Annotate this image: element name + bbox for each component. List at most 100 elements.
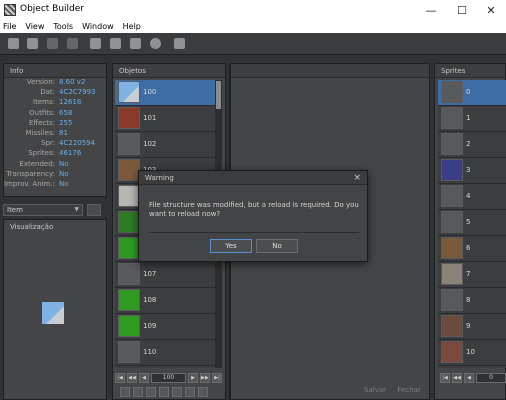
object-item[interactable]: 108 bbox=[115, 288, 215, 314]
import-icon[interactable] bbox=[90, 38, 101, 49]
log-window-icon[interactable] bbox=[174, 38, 185, 49]
menu-view[interactable]: View bbox=[25, 22, 44, 31]
animation-editor-icon[interactable] bbox=[150, 38, 161, 49]
export-icon[interactable] bbox=[146, 387, 156, 397]
object-item[interactable]: 100 bbox=[115, 80, 215, 106]
import-icon[interactable] bbox=[133, 387, 143, 397]
sprites-page-input[interactable]: 0 bbox=[476, 373, 506, 383]
last-page-button[interactable]: ▶| bbox=[212, 373, 222, 383]
objects-page-input[interactable]: 100 bbox=[151, 373, 186, 383]
object-item[interactable]: 102 bbox=[115, 132, 215, 158]
object-item[interactable]: 110 bbox=[115, 340, 215, 366]
menu-window[interactable]: Window bbox=[82, 22, 114, 31]
menu-help[interactable]: Help bbox=[123, 22, 141, 31]
app-icon bbox=[4, 4, 16, 16]
sprite-item[interactable]: 3 bbox=[438, 158, 506, 184]
sprite-thumb bbox=[441, 107, 463, 129]
preview-image bbox=[42, 302, 64, 324]
minimize-button[interactable]: — bbox=[416, 0, 446, 20]
title-bar: Object Builder — ☐ ✕ bbox=[0, 0, 506, 20]
sprite-id: 10 bbox=[466, 348, 475, 356]
sprite-thumb bbox=[441, 237, 463, 259]
next-button[interactable]: ▶ bbox=[188, 373, 198, 383]
duplicate-icon[interactable] bbox=[172, 387, 182, 397]
yes-button[interactable]: Yes bbox=[210, 239, 252, 253]
sprite-item[interactable]: 5 bbox=[438, 210, 506, 236]
info-values: 8.60 v2 4C2C7993 12618 658 255 81 4C2205… bbox=[59, 78, 113, 190]
sprites-first-button[interactable]: |◀ bbox=[440, 373, 450, 383]
sprite-item[interactable]: 0 bbox=[438, 80, 506, 106]
sprite-thumb bbox=[441, 315, 463, 337]
info-labels: Version: Dat: Items: Outfits: Effects: M… bbox=[4, 78, 55, 190]
open-file-icon[interactable] bbox=[27, 38, 38, 49]
chevron-down-icon: ▼ bbox=[74, 206, 79, 213]
save-icon[interactable] bbox=[67, 38, 78, 49]
new-file-icon[interactable] bbox=[8, 38, 19, 49]
object-item[interactable]: 109 bbox=[115, 314, 215, 340]
objects-scrollbar-thumb[interactable] bbox=[216, 81, 221, 109]
sprite-item[interactable]: 4 bbox=[438, 184, 506, 210]
next-fast-button[interactable]: ▶▶ bbox=[200, 373, 210, 383]
dialog-divider bbox=[149, 232, 359, 233]
info-label: Extended: bbox=[19, 159, 55, 168]
info-label: Items: bbox=[33, 98, 55, 107]
sprite-optimizer-icon[interactable] bbox=[110, 38, 121, 49]
close-button[interactable]: ✕ bbox=[476, 0, 506, 20]
object-item[interactable]: 101 bbox=[115, 106, 215, 132]
info-value: 81 bbox=[59, 128, 68, 137]
object-thumb bbox=[118, 289, 140, 311]
info-value: No bbox=[59, 179, 69, 188]
sprite-item[interactable]: 6 bbox=[438, 236, 506, 262]
sprite-item[interactable]: 8 bbox=[438, 288, 506, 314]
menu-file[interactable]: File bbox=[3, 22, 16, 31]
sprite-item[interactable]: 2 bbox=[438, 132, 506, 158]
sprite-item[interactable]: 1 bbox=[438, 106, 506, 132]
menu-bar: File View Tools Window Help bbox=[0, 20, 506, 33]
sprite-item[interactable]: 10 bbox=[438, 340, 506, 366]
object-id: 100 bbox=[143, 88, 157, 96]
maximize-button[interactable]: ☐ bbox=[447, 0, 477, 20]
object-id: 109 bbox=[143, 322, 157, 330]
objects-panel-title: Objetos bbox=[113, 64, 225, 78]
new-object-button[interactable] bbox=[87, 204, 101, 216]
dialog-close-icon[interactable]: × bbox=[353, 173, 361, 183]
sprite-id: 0 bbox=[466, 88, 471, 96]
new-icon[interactable] bbox=[185, 387, 195, 397]
compile-icon[interactable] bbox=[47, 38, 58, 49]
sprite-thumb bbox=[441, 185, 463, 207]
object-thumb bbox=[118, 159, 140, 181]
lookgen-icon[interactable] bbox=[130, 38, 141, 49]
object-id: 110 bbox=[143, 348, 157, 356]
type-select[interactable]: Item ▼ bbox=[3, 204, 83, 216]
prev-button[interactable]: ◀ bbox=[139, 373, 149, 383]
sprite-thumb bbox=[441, 159, 463, 181]
menu-tools[interactable]: Tools bbox=[53, 22, 73, 31]
info-value: 4C2C7993 bbox=[59, 88, 96, 97]
edit-icon[interactable] bbox=[159, 387, 169, 397]
object-thumb bbox=[118, 237, 140, 259]
type-select-value: Item bbox=[7, 206, 23, 214]
sprite-thumb bbox=[441, 81, 463, 103]
first-page-button[interactable]: |◀ bbox=[115, 373, 125, 383]
remove-icon[interactable] bbox=[198, 387, 208, 397]
sprite-id: 8 bbox=[466, 296, 471, 304]
object-thumb bbox=[118, 315, 140, 337]
sprites-panel-title: Sprites bbox=[435, 64, 505, 78]
save-button[interactable]: Salvar bbox=[360, 386, 390, 399]
no-button[interactable]: No bbox=[256, 239, 298, 253]
object-item[interactable]: 107 bbox=[115, 262, 215, 288]
sprites-prev-button[interactable]: ◀ bbox=[464, 373, 474, 383]
replace-icon[interactable] bbox=[120, 387, 130, 397]
sprite-id: 4 bbox=[466, 192, 471, 200]
sprite-id: 5 bbox=[466, 218, 471, 226]
prev-fast-button[interactable]: ◀◀ bbox=[127, 373, 137, 383]
sprite-id: 3 bbox=[466, 166, 471, 174]
object-thumb bbox=[118, 107, 140, 129]
sprites-prev-fast-button[interactable]: ◀◀ bbox=[452, 373, 462, 383]
sprite-item[interactable]: 7 bbox=[438, 262, 506, 288]
object-thumb bbox=[118, 81, 140, 103]
sprite-id: 9 bbox=[466, 322, 471, 330]
close-editor-button[interactable]: Fechar bbox=[394, 386, 424, 399]
sprite-item[interactable]: 9 bbox=[438, 314, 506, 340]
object-thumb bbox=[118, 263, 140, 285]
